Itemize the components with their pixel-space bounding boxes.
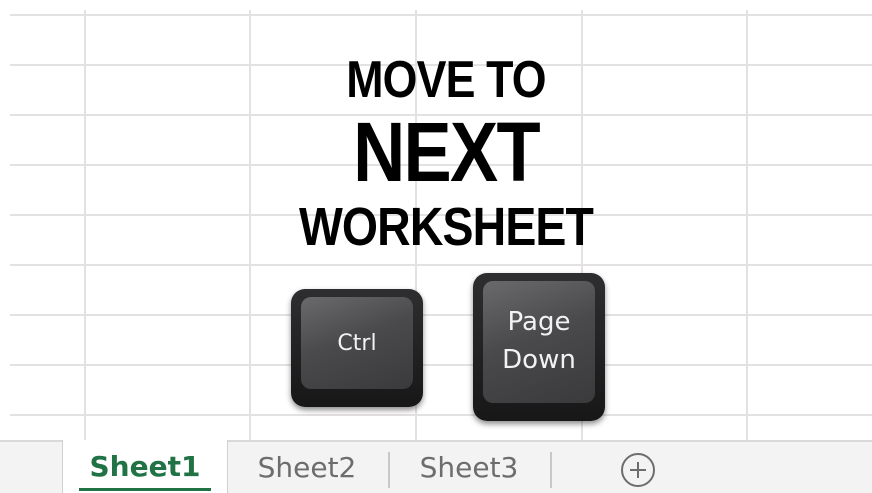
grid-row-line <box>10 414 872 416</box>
stage: MOVE TO NEXT WORKSHEET Ctrl Page Down Sh… <box>0 0 872 493</box>
grid-row-line <box>10 314 872 316</box>
ctrl-key: Ctrl <box>291 289 423 407</box>
grid-column-line <box>84 10 86 440</box>
plus-circle-icon[interactable] <box>621 453 655 487</box>
sheet-tab-sheet1[interactable]: Sheet1 <box>62 440 228 493</box>
sheet-tab-sheet2[interactable]: Sheet2 <box>232 442 382 493</box>
sheet-tab-bar: Sheet1 Sheet2 Sheet3 <box>0 440 872 493</box>
headline-line-2: NEXT <box>353 105 541 199</box>
page-down-key: Page Down <box>473 273 605 421</box>
grid-row-line <box>10 364 872 366</box>
grid-column-line <box>746 10 748 440</box>
headline-line-1: MOVE TO <box>346 51 546 109</box>
ctrl-key-label: Ctrl <box>337 330 377 356</box>
page-down-key-label-line-1: Page <box>507 307 571 338</box>
grid-column-line <box>249 10 251 440</box>
page-down-key-label-line-2: Down <box>502 345 576 375</box>
headline-line-3: WORKSHEET <box>298 197 594 257</box>
grid-row-line <box>10 264 872 266</box>
sheet-tab-sheet3[interactable]: Sheet3 <box>394 442 544 493</box>
tab-divider <box>388 452 390 488</box>
grid-row-line <box>10 14 872 16</box>
page-down-key-cap: Page Down <box>483 281 595 403</box>
ctrl-key-cap: Ctrl <box>301 297 413 389</box>
tab-divider <box>550 452 552 488</box>
